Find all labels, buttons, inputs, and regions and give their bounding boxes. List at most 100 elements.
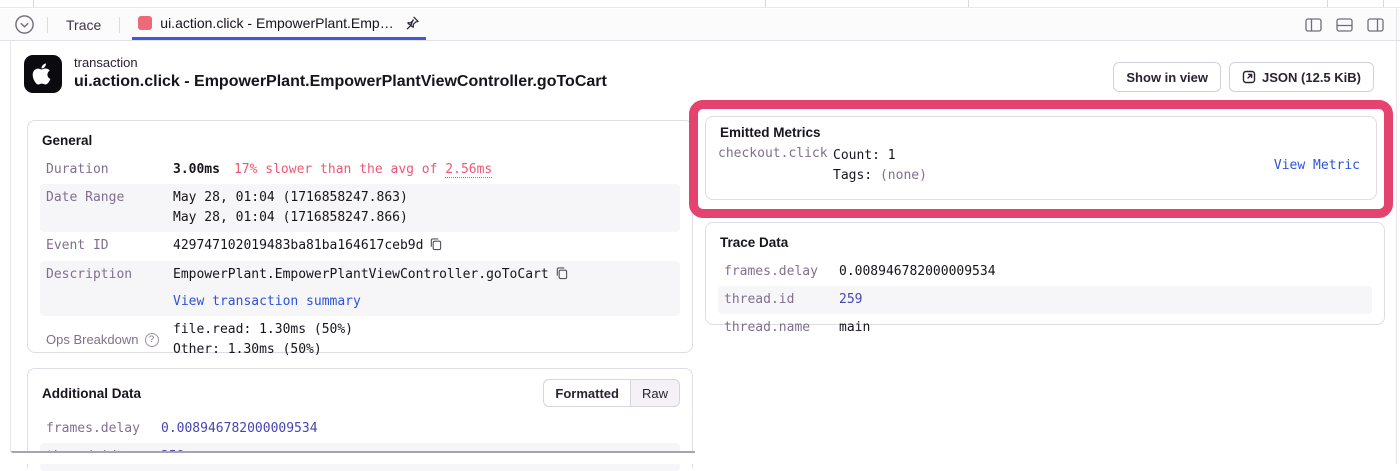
drawer-right-edge bbox=[1396, 8, 1397, 464]
count-value: 1 bbox=[888, 148, 896, 163]
drawer-bottom-edge bbox=[11, 451, 695, 453]
comparison-text: 17% slower than the avg of bbox=[234, 162, 445, 177]
row-date-range: Date Range May 28, 01:04 (1716858247.863… bbox=[40, 184, 680, 232]
trace-view-edge bbox=[0, 0, 1400, 8]
tab-transaction-active[interactable]: ui.action.click - EmpowerPlant.Emp… bbox=[132, 9, 425, 40]
date-end: May 28, 01:04 (1716858247.866) bbox=[173, 208, 674, 228]
clip-mask bbox=[11, 453, 1396, 464]
frames-delay-value: 0.008946782000009534 bbox=[161, 419, 674, 439]
event-id-text: 429747102019483ba81ba164617ceb9d bbox=[173, 238, 423, 253]
event-id-key: Event ID bbox=[46, 236, 173, 256]
duration-comparison: 17% slower than the avg of 2.56ms bbox=[234, 162, 492, 177]
show-in-view-label: Show in view bbox=[1126, 70, 1208, 85]
ops-other: Other: 1.30ms (50%) bbox=[173, 340, 674, 360]
emitted-metrics-highlight: Emitted Metrics checkout.click Count: 1 … bbox=[689, 100, 1393, 218]
header-actions: Show in view JSON (12.5 KiB) bbox=[1113, 62, 1374, 92]
ops-file-read: file.read: 1.30ms (50%) bbox=[173, 320, 674, 340]
grid-line bbox=[765, 0, 766, 7]
view-metric-link[interactable]: View Metric bbox=[1274, 158, 1360, 173]
row-description: Description EmpowerPlant.EmpowerPlantVie… bbox=[40, 261, 680, 316]
trace-data-title: Trace Data bbox=[720, 235, 1372, 250]
description-text: EmpowerPlant.EmpowerPlantViewController.… bbox=[173, 267, 549, 282]
emitted-metric-row: checkout.click Count: 1 Tags: (none) Vie… bbox=[718, 146, 1364, 185]
general-section: General Duration 3.00ms 17% slower than t… bbox=[27, 120, 693, 353]
row-frames-delay: frames.delay 0.008946782000009534 bbox=[40, 415, 680, 443]
help-glyph: ? bbox=[149, 335, 154, 345]
pin-icon[interactable] bbox=[404, 15, 420, 31]
description-value: EmpowerPlant.EmpowerPlantViewController.… bbox=[173, 265, 674, 312]
drawer-left-edge bbox=[10, 41, 11, 452]
external-link-icon bbox=[1242, 70, 1256, 84]
additional-data-title: Additional Data bbox=[42, 386, 141, 401]
page-title: ui.action.click - EmpowerPlant.EmpowerPl… bbox=[74, 73, 607, 91]
thread-name-key: thread.name bbox=[724, 318, 839, 338]
thread-id-value: 259 bbox=[839, 290, 1366, 310]
trace-data-section: Trace Data frames.delay 0.00894678200000… bbox=[705, 222, 1385, 325]
duration-ms: 3.00ms bbox=[173, 162, 220, 177]
grid-line bbox=[968, 0, 969, 7]
divider bbox=[119, 17, 120, 33]
dock-right-icon[interactable] bbox=[1367, 18, 1384, 32]
copy-icon[interactable] bbox=[555, 266, 568, 280]
ops-breakdown-key: Ops Breakdown ? bbox=[46, 330, 173, 350]
metric-tags-line: Tags: (none) bbox=[833, 166, 927, 186]
divider bbox=[47, 17, 48, 33]
help-icon[interactable]: ? bbox=[145, 333, 159, 347]
ops-breakdown-value: file.read: 1.30ms (50%) Other: 1.30ms (5… bbox=[173, 320, 674, 360]
date-start: May 28, 01:04 (1716858247.863) bbox=[173, 188, 674, 208]
drawer-layout-controls bbox=[1305, 18, 1384, 32]
tags-label: Tags: bbox=[833, 168, 872, 183]
row-frames-delay: frames.delay 0.008946782000009534 bbox=[718, 258, 1372, 286]
chevron-down-circle-icon bbox=[14, 14, 35, 35]
emitted-metrics-title: Emitted Metrics bbox=[720, 125, 1364, 140]
metric-name: checkout.click bbox=[718, 146, 833, 161]
thread-id-key: thread.id bbox=[724, 290, 839, 310]
collapse-drawer-button[interactable] bbox=[14, 14, 35, 35]
count-label: Count: bbox=[833, 148, 880, 163]
show-in-view-button[interactable]: Show in view bbox=[1113, 62, 1221, 92]
emitted-metrics-section: Emitted Metrics checkout.click Count: 1 … bbox=[705, 116, 1377, 200]
frames-delay-key: frames.delay bbox=[46, 419, 161, 439]
ops-breakdown-label: Ops Breakdown bbox=[46, 330, 139, 350]
json-button-label: JSON (12.5 KiB) bbox=[1262, 70, 1361, 85]
formatted-toggle-option[interactable]: Formatted bbox=[544, 380, 631, 406]
format-toggle: Formatted Raw bbox=[543, 379, 680, 407]
grid-line bbox=[1327, 0, 1328, 7]
row-ops-breakdown: Ops Breakdown ? file.read: 1.30ms (50%) … bbox=[40, 316, 680, 364]
metric-details: Count: 1 Tags: (none) bbox=[833, 146, 927, 185]
grid-line bbox=[1383, 0, 1384, 7]
event-header: transaction ui.action.click - EmpowerPla… bbox=[24, 55, 607, 93]
event-type-label: transaction bbox=[74, 55, 607, 70]
duration-value: 3.00ms 17% slower than the avg of 2.56ms bbox=[173, 160, 674, 180]
drawer-tab-bar: Trace ui.action.click - EmpowerPlant.Emp… bbox=[0, 9, 1400, 41]
row-event-id: Event ID 429747102019483ba81ba164617ceb9… bbox=[40, 232, 680, 260]
thread-name-value: main bbox=[839, 318, 1366, 338]
grid-line bbox=[33, 0, 34, 7]
raw-toggle-option[interactable]: Raw bbox=[631, 380, 679, 406]
project-badge-icon bbox=[138, 16, 152, 30]
row-duration: Duration 3.00ms 17% slower than the avg o… bbox=[40, 156, 680, 184]
row-thread-name: thread.name main bbox=[718, 314, 1372, 342]
description-key: Description bbox=[46, 265, 173, 285]
metric-count-line: Count: 1 bbox=[833, 146, 927, 166]
dock-left-icon[interactable] bbox=[1305, 18, 1322, 32]
date-range-key: Date Range bbox=[46, 188, 173, 208]
view-transaction-summary-link[interactable]: View transaction summary bbox=[173, 294, 361, 309]
apple-platform-icon bbox=[24, 55, 62, 93]
description-text-line: EmpowerPlant.EmpowerPlantViewController.… bbox=[173, 265, 674, 285]
general-title: General bbox=[42, 133, 680, 148]
frames-delay-key: frames.delay bbox=[724, 262, 839, 282]
dock-bottom-icon[interactable] bbox=[1336, 18, 1353, 32]
tab-transaction-label: ui.action.click - EmpowerPlant.Emp… bbox=[160, 15, 393, 31]
date-range-value: May 28, 01:04 (1716858247.863) May 28, 0… bbox=[173, 188, 674, 228]
json-download-button[interactable]: JSON (12.5 KiB) bbox=[1229, 62, 1374, 92]
duration-key: Duration bbox=[46, 160, 173, 180]
copy-icon[interactable] bbox=[429, 237, 442, 251]
tab-trace-label: Trace bbox=[66, 17, 101, 33]
tags-value: (none) bbox=[880, 168, 927, 183]
row-thread-id: thread.id 259 bbox=[718, 286, 1372, 314]
tab-trace[interactable]: Trace bbox=[60, 9, 107, 40]
avg-duration-value[interactable]: 2.56ms bbox=[445, 162, 492, 178]
event-id-value: 429747102019483ba81ba164617ceb9d bbox=[173, 236, 674, 256]
frames-delay-value: 0.008946782000009534 bbox=[839, 262, 1366, 282]
